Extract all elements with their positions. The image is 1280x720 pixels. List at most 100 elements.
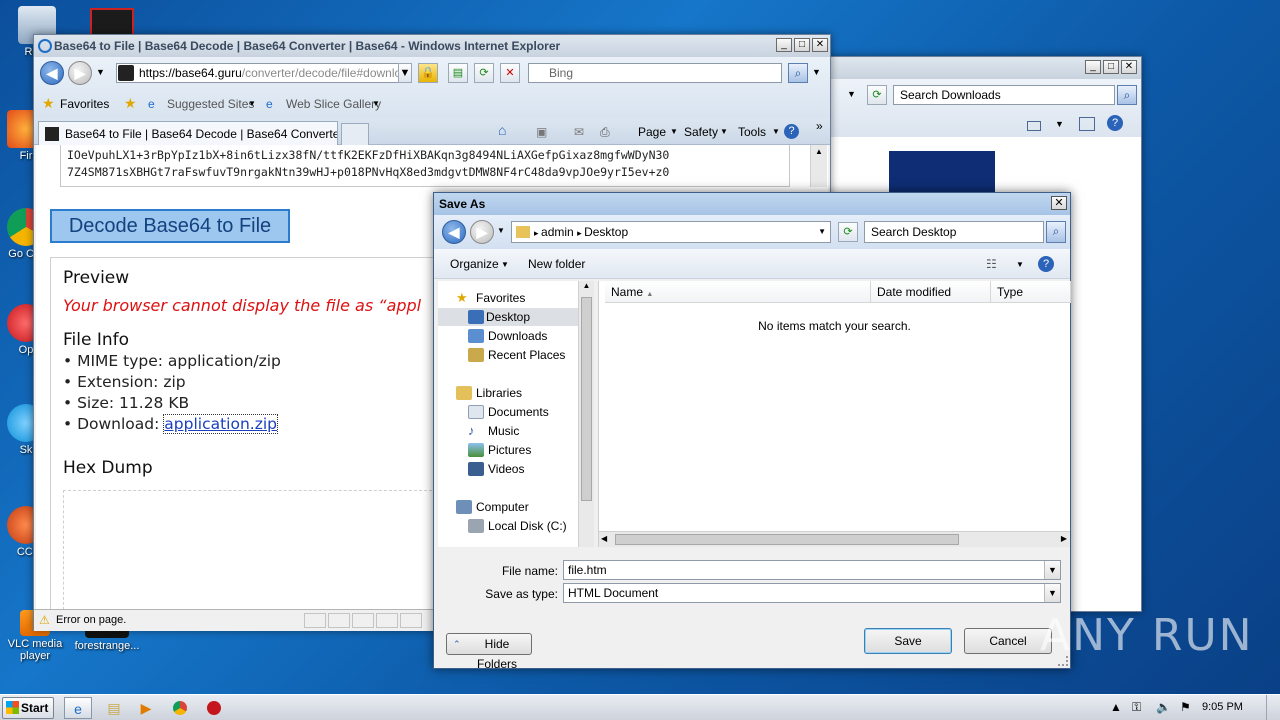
preview-pane-icon[interactable] bbox=[1079, 117, 1095, 131]
dropdown-arrow-icon[interactable]: ▼ bbox=[372, 99, 380, 108]
ie-taskbar-icon[interactable]: e bbox=[64, 697, 92, 719]
nav-documents[interactable]: Documents bbox=[468, 403, 549, 421]
forward-button[interactable]: ▶ bbox=[68, 61, 92, 85]
favorites-button[interactable]: Favorites bbox=[60, 97, 109, 111]
column-header-date-modified[interactable]: Date modified bbox=[871, 281, 991, 303]
media-player-taskbar-icon[interactable]: ▶ bbox=[132, 697, 160, 719]
view-options-icon[interactable]: ☷ bbox=[986, 257, 997, 271]
dropdown-arrow-icon[interactable]: ▼ bbox=[847, 89, 856, 99]
address-bar[interactable]: https://base64.guru/converter/decode/fil… bbox=[116, 63, 412, 83]
home-icon[interactable]: ⌂ bbox=[498, 122, 506, 138]
compatibility-view-icon[interactable]: ▤ bbox=[448, 63, 468, 83]
new-folder-button[interactable]: New folder bbox=[528, 257, 585, 271]
breadcrumb-user[interactable]: admin bbox=[541, 225, 574, 239]
address-dropdown-icon[interactable]: ▼ bbox=[398, 63, 412, 83]
clock[interactable]: 9:05 PM bbox=[1202, 701, 1243, 713]
save-as-dialog[interactable]: Save As ✕ ◀ ▶ ▼ ▸ admin ▸ Desktop ▼ ⟳ Se… bbox=[433, 192, 1071, 671]
organize-menu[interactable]: Organize bbox=[450, 257, 499, 271]
feeds-icon[interactable]: ▣ bbox=[536, 125, 547, 139]
title-bar[interactable]: Base64 to File | Base64 Decode | Base64 … bbox=[34, 35, 830, 57]
search-icon[interactable]: ⌕ bbox=[1117, 85, 1137, 105]
search-desktop-input[interactable]: Search Desktop bbox=[864, 221, 1044, 243]
new-tab-button[interactable] bbox=[341, 123, 369, 145]
search-dropdown-icon[interactable]: ▼ bbox=[812, 67, 821, 77]
dropdown-arrow-icon[interactable]: ▼ bbox=[248, 99, 256, 108]
maximize-button[interactable]: □ bbox=[794, 38, 810, 52]
opera-taskbar-icon[interactable] bbox=[200, 697, 228, 719]
dropdown-arrow-icon[interactable]: ▼ bbox=[1044, 584, 1060, 602]
refresh-icon[interactable]: ⟳ bbox=[867, 85, 887, 105]
file-name-input[interactable]: file.htm ▼ bbox=[563, 560, 1061, 580]
file-list-horizontal-scrollbar[interactable]: ◀ ▶ bbox=[599, 531, 1070, 547]
nav-videos[interactable]: Videos bbox=[468, 460, 524, 478]
lock-icon[interactable]: 🔒 bbox=[418, 63, 438, 83]
warning-icon[interactable]: ⚠ bbox=[39, 613, 50, 627]
nav-music[interactable]: ♪ Music bbox=[468, 422, 519, 440]
nav-pictures[interactable]: Pictures bbox=[468, 441, 531, 459]
dropdown-arrow-icon[interactable]: ▼ bbox=[818, 227, 826, 236]
dropdown-arrow-icon[interactable]: ▼ bbox=[1055, 119, 1064, 129]
download-link[interactable]: application.zip bbox=[163, 414, 278, 434]
mail-icon[interactable]: ✉ bbox=[574, 125, 584, 139]
page-menu[interactable]: Page bbox=[638, 125, 666, 139]
add-favorites-icon[interactable]: ★ bbox=[124, 95, 137, 112]
view-icon[interactable] bbox=[1027, 121, 1041, 131]
breadcrumb[interactable]: ▸ admin ▸ Desktop ▼ bbox=[511, 221, 831, 243]
search-icon[interactable]: ⌕ bbox=[788, 63, 808, 83]
refresh-icon[interactable]: ⟳ bbox=[838, 222, 858, 242]
help-icon[interactable]: ? bbox=[1107, 115, 1123, 131]
search-icon[interactable]: ⌕ bbox=[1046, 221, 1066, 243]
base64-textarea[interactable]: IOeVpuhLX1+3rBpYpIz1bX+8in6tLizx38fN/ttf… bbox=[60, 145, 790, 187]
nav-favorites[interactable]: ★ Favorites bbox=[456, 289, 525, 307]
save-as-type-select[interactable]: HTML Document ▼ bbox=[563, 583, 1061, 603]
network-icon[interactable]: ⚿ bbox=[1132, 700, 1141, 715]
chevron-right-icon[interactable]: » bbox=[816, 119, 823, 133]
chevron-right-icon[interactable]: ▸ bbox=[534, 228, 541, 238]
print-icon[interactable]: ⎙ bbox=[600, 125, 610, 140]
status-text[interactable]: Error on page. bbox=[56, 614, 126, 626]
dropdown-arrow-icon[interactable]: ▼ bbox=[1044, 561, 1060, 579]
nav-libraries[interactable]: Libraries bbox=[456, 384, 522, 402]
volume-icon[interactable]: 🔈 bbox=[1156, 700, 1171, 714]
decode-button[interactable]: Decode Base64 to File bbox=[50, 209, 290, 243]
help-icon[interactable]: ? bbox=[784, 124, 799, 139]
file-list[interactable]: Name ▲ Date modified Type No items match… bbox=[598, 281, 1071, 547]
history-dropdown-icon[interactable]: ▼ bbox=[497, 226, 505, 235]
chrome-taskbar-icon[interactable] bbox=[166, 697, 194, 719]
web-slice-gallery-link[interactable]: Web Slice Gallery bbox=[286, 97, 381, 111]
safety-menu[interactable]: Safety bbox=[684, 125, 718, 139]
close-button[interactable]: ✕ bbox=[812, 38, 828, 52]
minimize-button[interactable]: _ bbox=[776, 38, 792, 52]
nav-downloads[interactable]: Downloads bbox=[468, 327, 547, 345]
dialog-title-bar[interactable]: Save As ✕ bbox=[434, 193, 1070, 215]
help-icon[interactable]: ? bbox=[1038, 256, 1054, 272]
start-button[interactable]: Start bbox=[2, 697, 54, 719]
show-desktop-button[interactable] bbox=[1266, 695, 1280, 720]
maximize-button[interactable]: □ bbox=[1103, 60, 1119, 74]
suggested-sites-link[interactable]: Suggested Sites bbox=[167, 97, 254, 111]
explorer-taskbar-icon[interactable]: ▤ bbox=[100, 697, 128, 719]
minimize-button[interactable]: _ bbox=[1085, 60, 1101, 74]
refresh-icon[interactable]: ⟳ bbox=[474, 63, 494, 83]
bing-search-input[interactable]: Bing bbox=[528, 63, 782, 83]
close-button[interactable]: ✕ bbox=[1121, 60, 1137, 74]
save-button[interactable]: Save bbox=[864, 628, 952, 654]
nav-desktop[interactable]: Desktop bbox=[438, 308, 578, 326]
cancel-button[interactable]: Cancel bbox=[964, 628, 1052, 654]
history-dropdown-icon[interactable]: ▼ bbox=[96, 67, 105, 77]
stop-icon[interactable]: ✕ bbox=[500, 63, 520, 83]
action-center-flag-icon[interactable]: ⚑ bbox=[1180, 700, 1191, 714]
textarea-scrollbar[interactable]: ▲ bbox=[810, 145, 827, 187]
dropdown-arrow-icon[interactable]: ▼ bbox=[1016, 260, 1024, 269]
close-button[interactable]: ✕ bbox=[1051, 196, 1067, 210]
column-header-type[interactable]: Type bbox=[991, 281, 1071, 303]
column-header-name[interactable]: Name ▲ bbox=[605, 281, 871, 303]
back-button[interactable]: ◀ bbox=[442, 220, 466, 244]
tab-active[interactable]: Base64 to File | Base64 Decode | Base64 … bbox=[38, 121, 338, 145]
nav-recent-places[interactable]: Recent Places bbox=[468, 346, 565, 364]
forward-button[interactable]: ▶ bbox=[470, 220, 494, 244]
nav-computer[interactable]: Computer bbox=[456, 498, 529, 516]
nav-local-disk[interactable]: Local Disk (C:) bbox=[468, 517, 567, 535]
search-downloads-input[interactable]: Search Downloads bbox=[893, 85, 1115, 105]
back-button[interactable]: ◀ bbox=[40, 61, 64, 85]
